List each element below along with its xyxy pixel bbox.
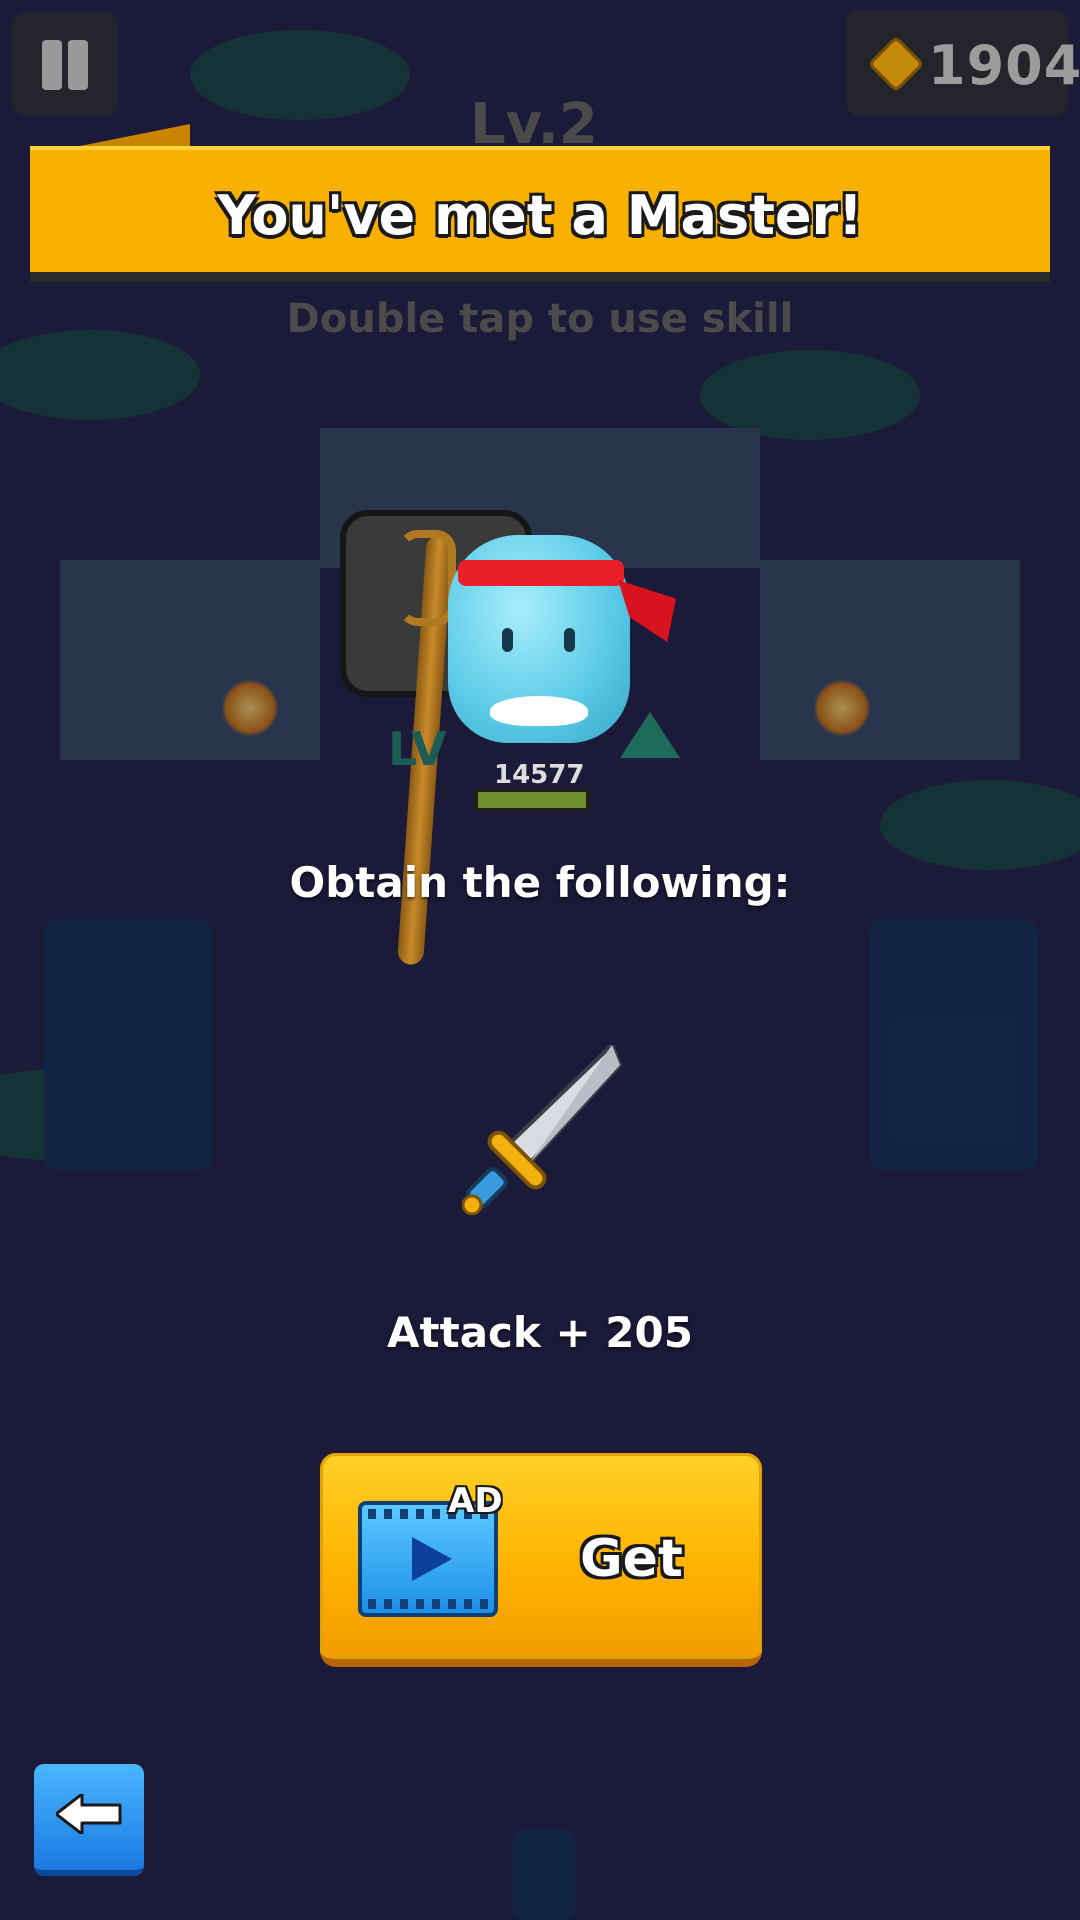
ad-badge: AD <box>448 1481 503 1521</box>
master-eye <box>502 628 513 652</box>
back-button[interactable] <box>34 1764 144 1876</box>
master-moustache <box>490 696 588 726</box>
arrow-up-icon <box>620 712 680 758</box>
skill-hint: Double tap to use skill <box>286 296 794 342</box>
currency-count: 1904 <box>928 34 1080 97</box>
sword-icon <box>462 1045 622 1215</box>
get-button-label: Get <box>580 1529 683 1589</box>
master-hp: 14577 <box>494 760 585 790</box>
master-headband <box>458 560 624 586</box>
pause-button[interactable] <box>12 12 118 116</box>
get-reward-button[interactable]: AD Get <box>320 1453 762 1667</box>
reward-effect: Attack + 205 <box>387 1308 693 1357</box>
hp-bar <box>474 788 590 812</box>
banner-title: You've met a Master! <box>217 184 863 247</box>
back-arrow-icon <box>56 1794 122 1834</box>
master-banner: You've met a Master! <box>30 146 1050 282</box>
level-up-text: LV <box>388 722 447 776</box>
play-icon <box>412 1537 452 1581</box>
reward-heading: Obtain the following: <box>289 858 791 907</box>
currency-display: 1904 <box>846 10 1080 116</box>
gem-icon <box>867 35 925 93</box>
master-eye <box>564 628 575 652</box>
pause-icon <box>42 40 62 90</box>
